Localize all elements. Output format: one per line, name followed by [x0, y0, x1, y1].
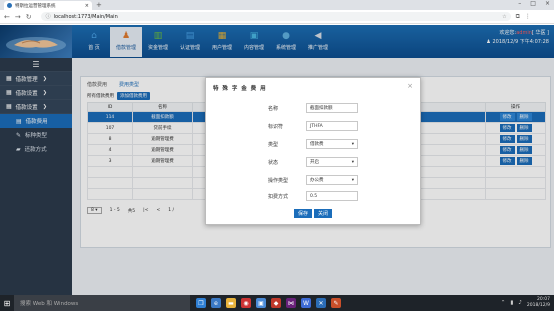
- field-identifier: 标识符 JTHFA: [268, 121, 358, 131]
- browser-tab[interactable]: 特斯拉运营管理系统 ×: [4, 1, 92, 10]
- op-type-select[interactable]: 办公费 ▾: [306, 175, 358, 185]
- address-bar[interactable]: ⓘ localhost:1773/Main/Main ☆: [40, 12, 511, 21]
- search-placeholder: 搜索 Web 和 Windows: [20, 301, 79, 307]
- info-icon: ⓘ: [45, 14, 51, 20]
- taskbar-apps: ❐ e ▬ ◉ ▣ ◆ ⋈ W ✕ ✎: [196, 298, 341, 308]
- tab-title: 特斯拉运营管理系统: [15, 3, 56, 9]
- chrome-icon[interactable]: ◉: [241, 298, 251, 308]
- dialog-title: 特 殊 字 金 费 用: [213, 86, 267, 92]
- field-deduct: 扣费方式 0.5: [268, 191, 358, 201]
- task-view-icon[interactable]: ❐: [196, 298, 206, 308]
- edge-icon[interactable]: e: [211, 298, 221, 308]
- name-input[interactable]: 截面扣款额: [306, 103, 358, 113]
- tab-bar: 特斯拉运营管理系统 × + – □ ×: [0, 0, 554, 10]
- maximize-icon[interactable]: □: [530, 0, 536, 7]
- clock-date: 2018/12/9: [526, 303, 550, 308]
- field-name: 名称 截面扣款额: [268, 103, 358, 113]
- close-button[interactable]: 关闭: [314, 209, 333, 218]
- identifier-input[interactable]: JTHFA: [306, 121, 358, 131]
- field-type: 类型 借款费 ▾: [268, 139, 358, 149]
- dropdown-arrow-icon: ▾: [351, 177, 354, 183]
- taskbar: ⊞ 搜索 Web 和 Windows ❐ e ▬ ◉ ▣ ◆ ⋈ W ✕ ✎ ⌃…: [0, 295, 554, 311]
- op-type-value: 办公费: [310, 178, 324, 183]
- new-tab-button[interactable]: +: [96, 1, 102, 9]
- taskbar-clock[interactable]: 20:07 2018/12/9: [527, 297, 550, 309]
- type-select[interactable]: 借款费 ▾: [306, 139, 358, 149]
- favicon-icon: [7, 3, 12, 8]
- volume-icon[interactable]: ♪: [518, 300, 522, 306]
- field-label: 名称: [268, 105, 279, 112]
- status-value: 开启: [310, 160, 319, 165]
- app3-icon[interactable]: ✎: [331, 298, 341, 308]
- app-icon[interactable]: ◆: [271, 298, 281, 308]
- extension-icon[interactable]: ⧉: [516, 13, 520, 21]
- taskbar-search[interactable]: 搜索 Web 和 Windows: [14, 295, 190, 311]
- system-tray: ⌃ ▮ ♪ 20:07 2018/12/9: [501, 297, 550, 309]
- field-label: 状态: [268, 159, 279, 166]
- window-controls: – □ ×: [518, 0, 550, 7]
- reload-icon[interactable]: ↻: [26, 13, 32, 21]
- dropdown-arrow-icon: ▾: [351, 159, 354, 165]
- save-button[interactable]: 保存: [294, 209, 313, 218]
- dropdown-arrow-icon: ▾: [351, 141, 354, 147]
- word-icon[interactable]: W: [301, 298, 311, 308]
- close-tab-icon[interactable]: ×: [85, 3, 89, 9]
- minimize-icon[interactable]: –: [518, 0, 521, 7]
- field-label: 类型: [268, 141, 279, 148]
- visual-studio-icon[interactable]: ⋈: [286, 298, 296, 308]
- browser-toolbar: ← → ↻ ⓘ localhost:1773/Main/Main ☆ ⧉ ⋮: [0, 10, 554, 24]
- deduct-input[interactable]: 0.5: [306, 191, 358, 201]
- dialog-buttons: 保存 关闭: [294, 209, 333, 218]
- store-icon[interactable]: ▣: [256, 298, 266, 308]
- field-label: 扣费方式: [268, 193, 289, 200]
- bookmark-star-icon[interactable]: ☆: [502, 14, 506, 20]
- url-text: localhost:1773/Main/Main: [53, 13, 118, 20]
- close-icon[interactable]: ×: [407, 82, 413, 90]
- menu-icon[interactable]: ⋮: [525, 13, 531, 20]
- close-window-icon[interactable]: ×: [545, 0, 550, 7]
- windows-start-icon[interactable]: ⊞: [0, 299, 14, 308]
- fee-dialog: 特 殊 字 金 费 用 × 名称 截面扣款额 标识符 JTHFA 类型 借款费 ▾ 状态…: [205, 77, 421, 225]
- field-label: 操作类型: [268, 177, 289, 184]
- field-status: 状态 开启 ▾: [268, 157, 358, 167]
- type-value: 借款费: [310, 142, 324, 147]
- back-icon[interactable]: ←: [4, 13, 10, 21]
- field-op-type: 操作类型 办公费 ▾: [268, 175, 358, 185]
- field-label: 标识符: [268, 123, 284, 130]
- browser-window: 特斯拉运营管理系统 × + – □ × ← → ↻ ⓘ localhost:17…: [0, 0, 554, 295]
- notification-icon[interactable]: ⌃: [501, 300, 506, 306]
- file-explorer-icon[interactable]: ▬: [226, 298, 236, 308]
- status-select[interactable]: 开启 ▾: [306, 157, 358, 167]
- app2-icon[interactable]: ✕: [316, 298, 326, 308]
- network-icon[interactable]: ▮: [510, 300, 513, 306]
- forward-icon[interactable]: →: [15, 13, 21, 21]
